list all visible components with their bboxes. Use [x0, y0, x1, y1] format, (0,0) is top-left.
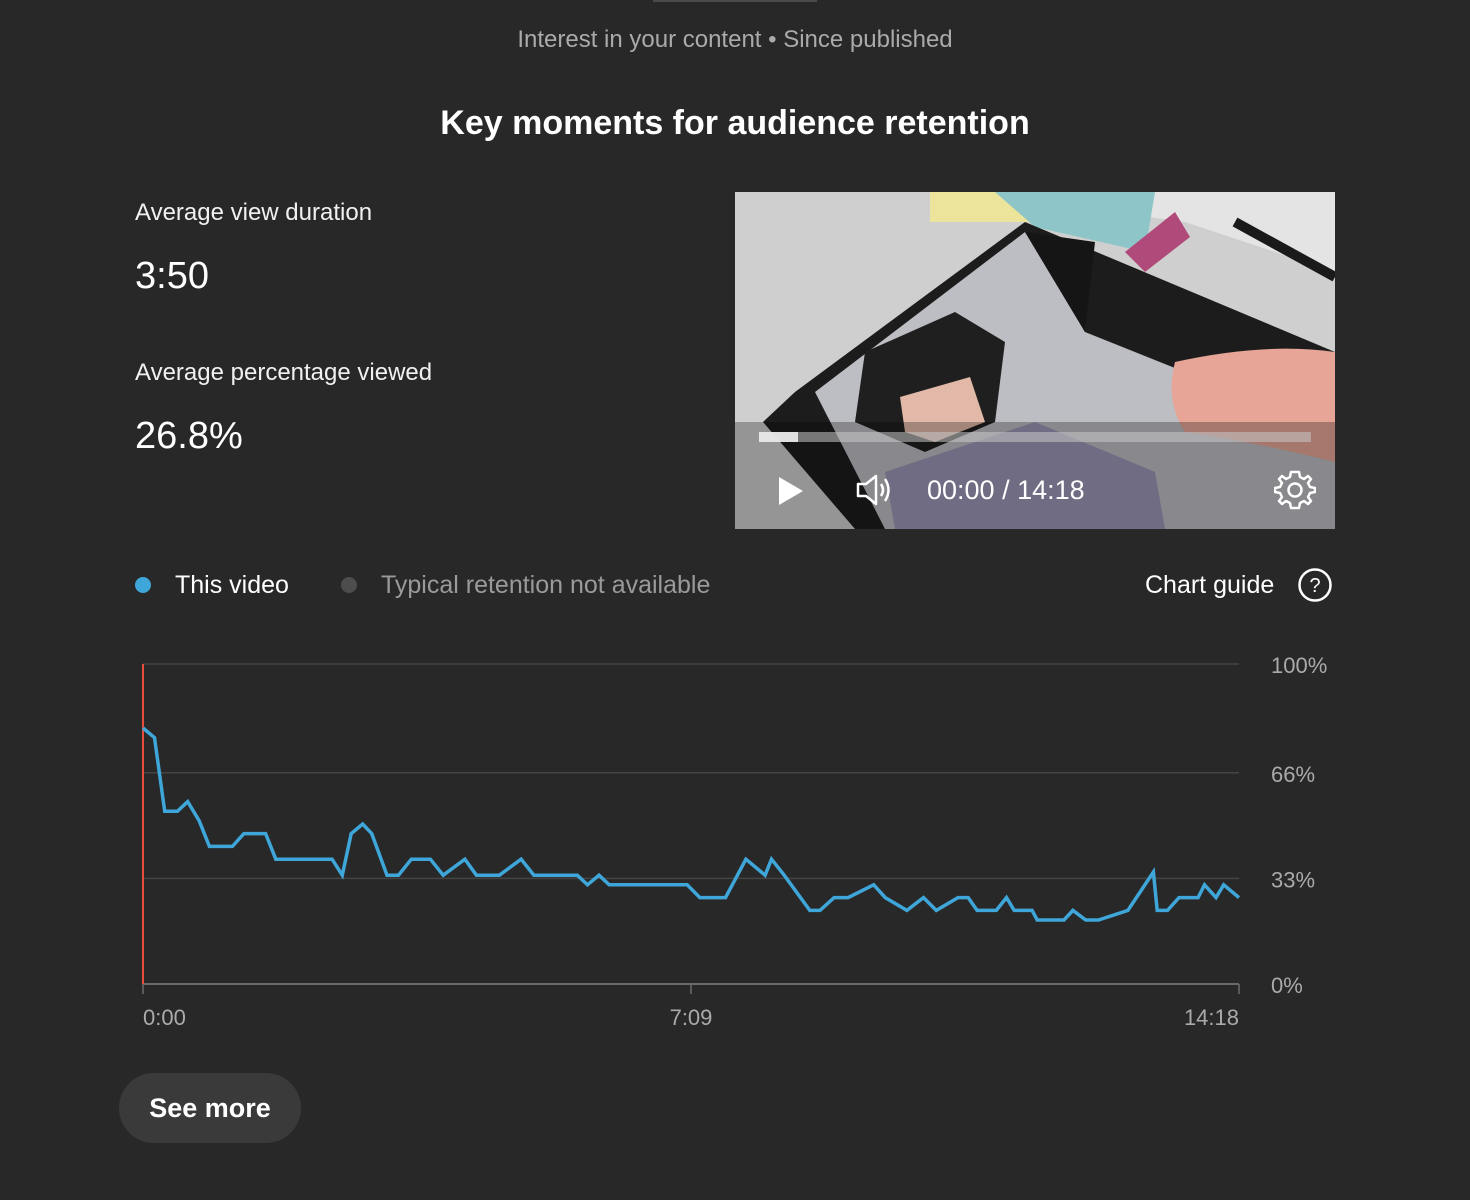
play-icon[interactable] [777, 475, 805, 507]
page-subtitle: Interest in your content • Since publish… [517, 26, 953, 53]
legend-this-video-label: This video [175, 571, 289, 599]
chart-guide-link[interactable]: Chart guide [1145, 571, 1274, 600]
y-tick-label: 66% [1271, 762, 1315, 787]
progress-bar[interactable] [759, 432, 1311, 442]
settings-gear-icon[interactable] [1274, 469, 1316, 511]
legend-typical-label: Typical retention not available [381, 571, 711, 599]
y-tick-label: 0% [1271, 973, 1303, 998]
progress-fill [759, 432, 798, 442]
y-tick-label: 33% [1271, 867, 1315, 892]
tab-indicator [653, 0, 817, 2]
x-tick-label: 0:00 [143, 1005, 186, 1030]
x-tick-label: 7:09 [670, 1005, 713, 1030]
avg-view-duration-label: Average view duration [135, 199, 373, 226]
y-tick-label: 100% [1271, 653, 1327, 678]
svg-text:?: ? [1309, 575, 1320, 597]
see-more-button[interactable]: See more [119, 1073, 301, 1143]
series-line-this-video [141, 726, 1241, 922]
volume-icon[interactable] [855, 472, 895, 508]
retention-chart: 100% 66% 33% 0% 0:00 7:09 14:18 [141, 653, 1327, 1030]
help-icon[interactable]: ? [1297, 567, 1333, 603]
legend-this-video-dot [135, 577, 151, 593]
time-display: 00:00 / 14:18 [927, 475, 1085, 505]
avg-percentage-value: 26.8% [135, 415, 243, 457]
page-title: Key moments for audience retention [440, 104, 1030, 142]
legend-typical-dot [341, 577, 357, 593]
video-player[interactable]: 00:00 / 14:18 [735, 192, 1335, 529]
avg-view-duration-value: 3:50 [135, 255, 209, 297]
x-tick-label: 14:18 [1184, 1005, 1239, 1030]
avg-percentage-label: Average percentage viewed [135, 359, 433, 386]
